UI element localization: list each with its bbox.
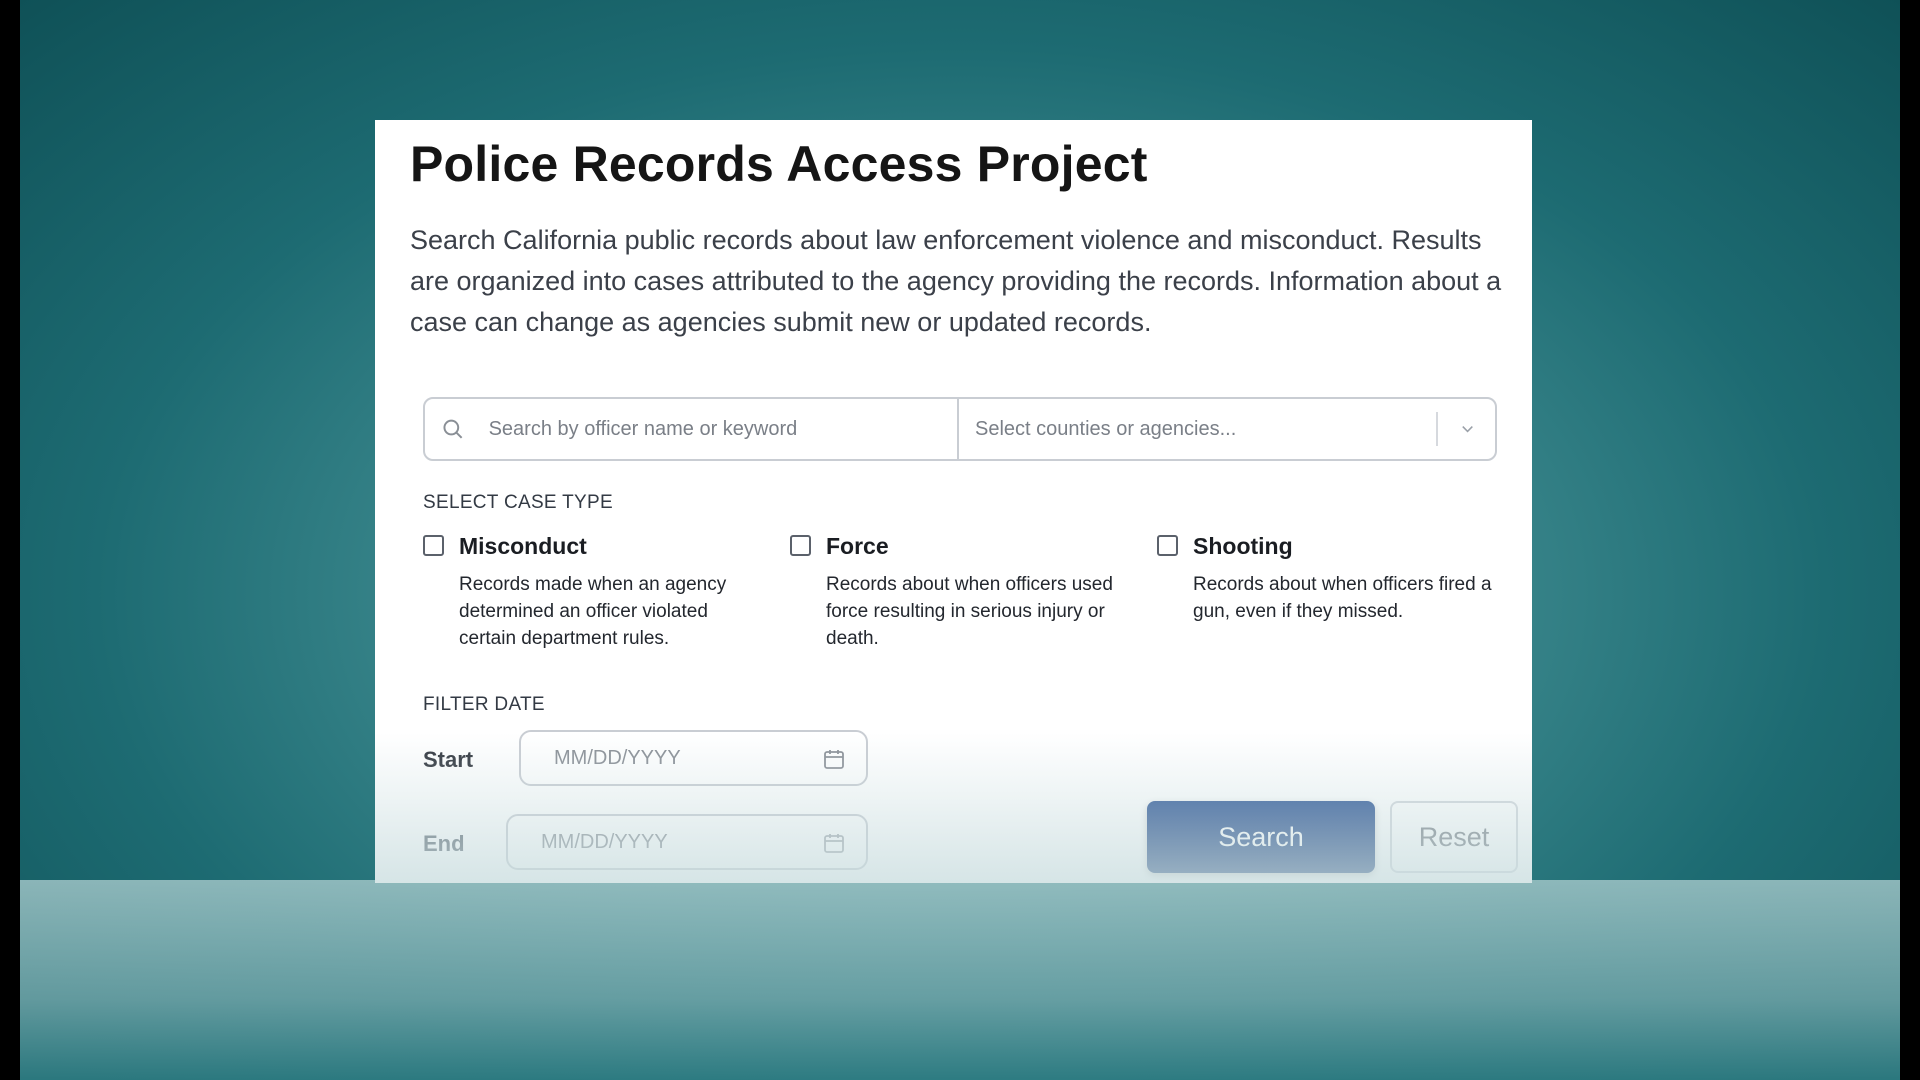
misconduct-checkbox[interactable] — [423, 535, 444, 556]
calendar-icon[interactable] — [822, 831, 846, 855]
search-icon — [443, 419, 463, 439]
agency-select[interactable] — [959, 399, 1495, 459]
force-label: Force — [826, 533, 889, 559]
letterbox-left — [0, 0, 20, 1080]
start-date-field[interactable] — [519, 730, 868, 786]
shooting-label: Shooting — [1193, 533, 1293, 559]
keyword-search-box[interactable] — [425, 399, 959, 459]
filter-date-heading: FILTER DATE — [423, 694, 545, 715]
shooting-checkbox[interactable] — [1157, 535, 1178, 556]
scene-background: Police Records Access Project Search Cal… — [20, 0, 1900, 1080]
select-divider — [1436, 412, 1438, 446]
chevron-down-icon[interactable] — [1458, 418, 1477, 440]
end-date-label: End — [423, 831, 465, 856]
start-date-input[interactable] — [554, 746, 804, 770]
reflective-floor — [20, 880, 1900, 1080]
agency-select-input[interactable] — [975, 417, 1427, 441]
page-title: Police Records Access Project — [410, 136, 1148, 192]
end-date-field[interactable] — [506, 814, 868, 870]
search-panel: Police Records Access Project Search Cal… — [375, 120, 1532, 883]
case-type-heading: SELECT CASE TYPE — [423, 492, 613, 513]
calendar-icon[interactable] — [822, 747, 846, 771]
letterbox-right — [1900, 0, 1920, 1080]
force-checkbox[interactable] — [790, 535, 811, 556]
force-description: Records about when officers used force r… — [826, 574, 1113, 649]
misconduct-label: Misconduct — [459, 533, 587, 559]
end-date-input[interactable] — [541, 830, 791, 854]
search-button[interactable]: Search — [1147, 801, 1375, 873]
reset-button[interactable]: Reset — [1390, 801, 1518, 873]
keyword-search-input[interactable] — [488, 417, 957, 441]
misconduct-description: Records made when an agency determined a… — [459, 574, 727, 649]
page-description: Search California public records about l… — [410, 225, 1502, 337]
search-bar — [423, 397, 1497, 461]
shooting-description: Records about when officers fired a gun,… — [1193, 574, 1492, 622]
start-date-label: Start — [423, 747, 474, 772]
